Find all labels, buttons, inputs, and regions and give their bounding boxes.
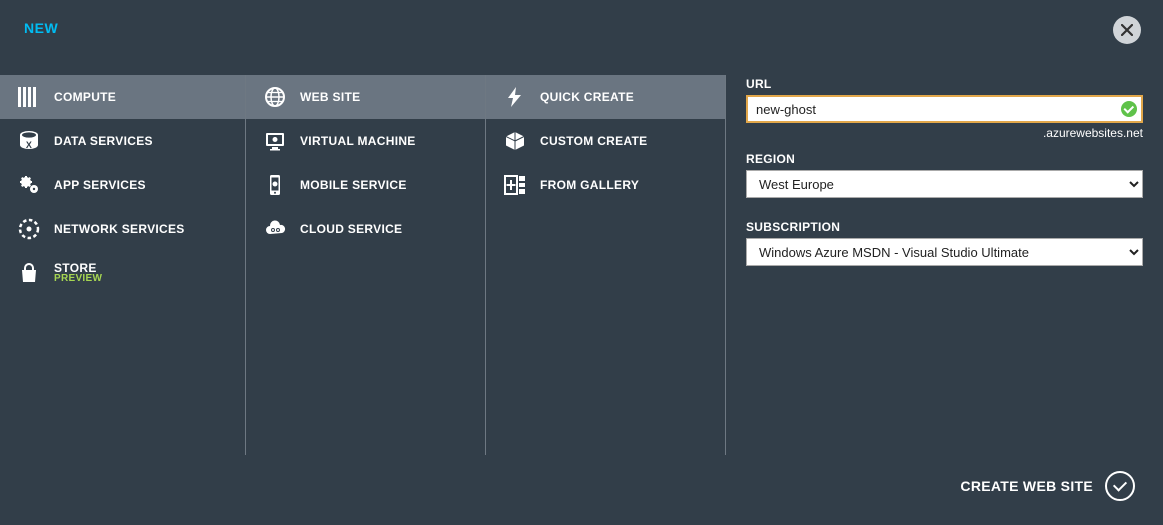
submit-button[interactable] (1105, 471, 1135, 501)
category-app-services[interactable]: APP SERVICES (0, 163, 245, 207)
monitor-icon (260, 130, 290, 152)
svg-text:X: X (26, 140, 32, 150)
service-virtual-machine[interactable]: VIRTUAL MACHINE (246, 119, 485, 163)
menu-label: COMPUTE (54, 90, 231, 104)
cloud-icon (260, 219, 290, 239)
menu-label: MOBILE SERVICE (300, 178, 471, 192)
menu-label: NETWORK SERVICES (54, 222, 231, 236)
menu-label: WEB SITE (300, 90, 471, 104)
page-title: NEW (24, 20, 58, 36)
region-label: REGION (746, 152, 1143, 166)
action-column: QUICK CREATE CUSTOM CREATE FROM GALLERY (486, 75, 726, 455)
menu-label: VIRTUAL MACHINE (300, 134, 471, 148)
menu-label: CLOUD SERVICE (300, 222, 471, 236)
menu-label: FROM GALLERY (540, 178, 711, 192)
category-compute[interactable]: COMPUTE (0, 75, 245, 119)
check-icon (1121, 101, 1137, 117)
subscription-label: SUBSCRIPTION (746, 220, 1143, 234)
database-icon: X (14, 130, 44, 152)
phone-icon (260, 174, 290, 196)
category-column: COMPUTE X DATA SERVICES APP SERVICES NET… (0, 75, 246, 455)
submit-label: CREATE WEB SITE (960, 478, 1093, 494)
close-button[interactable] (1113, 16, 1141, 44)
plus-panel-icon (500, 175, 530, 195)
menu-label: QUICK CREATE (540, 90, 711, 104)
bag-icon (14, 262, 44, 284)
menu-label: DATA SERVICES (54, 134, 231, 148)
menu-label: CUSTOM CREATE (540, 134, 711, 148)
region-select[interactable]: West Europe (746, 170, 1143, 198)
menu-label: STORE PREVIEW (54, 262, 231, 284)
url-label: URL (746, 77, 1143, 91)
action-quick-create[interactable]: QUICK CREATE (486, 75, 725, 119)
action-from-gallery[interactable]: FROM GALLERY (486, 163, 725, 207)
url-suffix: .azurewebsites.net (746, 126, 1143, 140)
service-web-site[interactable]: WEB SITE (246, 75, 485, 119)
category-store[interactable]: STORE PREVIEW (0, 251, 245, 295)
category-data-services[interactable]: X DATA SERVICES (0, 119, 245, 163)
action-custom-create[interactable]: CUSTOM CREATE (486, 119, 725, 163)
url-input[interactable] (746, 95, 1143, 123)
box-icon (500, 130, 530, 152)
subscription-select[interactable]: Windows Azure MSDN - Visual Studio Ultim… (746, 238, 1143, 266)
menu-label: APP SERVICES (54, 178, 231, 192)
compute-icon (14, 87, 44, 107)
globe-icon (260, 86, 290, 108)
service-column: WEB SITE VIRTUAL MACHINE MOBILE SERVICE … (246, 75, 486, 455)
category-network-services[interactable]: NETWORK SERVICES (0, 207, 245, 251)
form-column: URL .azurewebsites.net REGION West Europ… (726, 75, 1163, 455)
gears-icon (14, 174, 44, 196)
footer: CREATE WEB SITE (960, 471, 1135, 501)
service-mobile-service[interactable]: MOBILE SERVICE (246, 163, 485, 207)
bolt-icon (500, 86, 530, 108)
service-cloud-service[interactable]: CLOUD SERVICE (246, 207, 485, 251)
wizard-columns: COMPUTE X DATA SERVICES APP SERVICES NET… (0, 75, 1163, 455)
close-icon (1121, 24, 1133, 36)
preview-badge: PREVIEW (54, 273, 231, 284)
network-icon (14, 218, 44, 240)
